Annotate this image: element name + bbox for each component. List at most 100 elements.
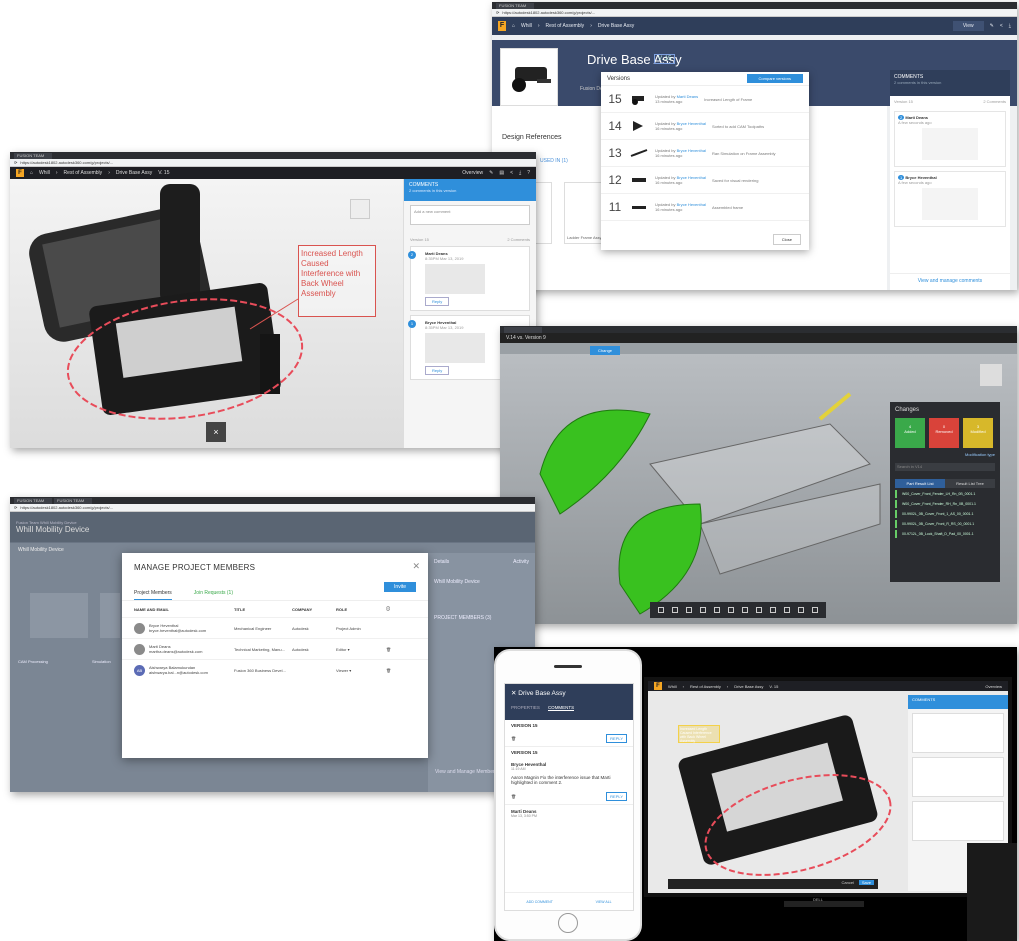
measure-icon[interactable] xyxy=(728,607,734,613)
close-markup-button[interactable]: × xyxy=(206,422,226,442)
folder-icon[interactable] xyxy=(30,593,88,638)
version-row[interactable]: 15 Updated by Marti Deans 13 minutes ago … xyxy=(601,86,809,113)
tab-properties[interactable]: PROPERTIES xyxy=(511,705,540,711)
changes-search-input[interactable]: Search in V14 xyxy=(895,463,995,471)
breadcrumb-item[interactable]: Drive Base Assy xyxy=(598,23,634,29)
pan-icon[interactable] xyxy=(672,607,678,613)
version-row[interactable]: 14 Updated by Bryce Heventhal 16 minutes … xyxy=(601,113,809,140)
refresh-icon[interactable]: ⟳ xyxy=(14,160,17,165)
settings-icon[interactable] xyxy=(798,607,804,613)
share-icon[interactable]: < xyxy=(1000,23,1003,29)
home-button[interactable] xyxy=(558,913,578,933)
version-row[interactable]: 11 Updated by Bryce Heventhal 16 minutes … xyxy=(601,194,809,221)
fusion-logo-icon[interactable]: F xyxy=(498,21,506,31)
tab-result-list-tree[interactable]: Result List Tree xyxy=(945,479,995,488)
home-icon[interactable]: ⌂ xyxy=(512,23,515,29)
comment-card[interactable] xyxy=(912,713,1004,753)
list-item[interactable]: 00-9712L_0B_Lock_Shaft_D_Pad_00_0001.1 xyxy=(895,530,995,538)
folder-label[interactable]: CAM Processing xyxy=(18,659,48,664)
added-tile[interactable]: 4 Added xyxy=(895,418,925,448)
home-icon[interactable]: ⌂ xyxy=(30,170,33,176)
reply-button[interactable]: Reply xyxy=(425,366,450,375)
tab-details[interactable]: Details xyxy=(434,559,449,565)
fit-icon[interactable] xyxy=(700,607,706,613)
breadcrumb-item[interactable]: Whill xyxy=(668,684,677,689)
comment-card[interactable]: 2 Marti Deans 8:35PM Mar 13, 2019 Reply xyxy=(408,246,530,311)
markup-callout[interactable]: Increased Length Caused Interference wit… xyxy=(298,245,376,317)
explode-icon[interactable] xyxy=(756,607,762,613)
comment-card[interactable] xyxy=(912,801,1004,841)
folder-label[interactable]: Simulation xyxy=(92,659,111,664)
browser-tab[interactable]: FUSION TEAM xyxy=(14,153,52,159)
overview-button[interactable]: Overview xyxy=(462,170,483,176)
overview-button[interactable]: Overview xyxy=(985,684,1002,689)
comment-card[interactable]: 1 Bryce Heventhal A few seconds ago xyxy=(894,171,1006,227)
modified-tile[interactable]: 3 Modified xyxy=(963,418,993,448)
removed-tile[interactable]: 0 Removed xyxy=(929,418,959,448)
markup-callout[interactable]: Increased Length Caused Interference wit… xyxy=(678,725,720,743)
tab-join-requests[interactable]: Join Requests (1) xyxy=(194,590,233,600)
url-text[interactable]: https://autodesk1802.autodesk360.com/g/p… xyxy=(20,160,113,165)
download-icon[interactable]: ⤓ xyxy=(519,170,521,176)
view-manage-members-link[interactable]: View and Manage Members xyxy=(435,769,497,775)
compare-versions-button[interactable]: Compare versions xyxy=(746,74,803,83)
role-dropdown[interactable]: Viewer ▾ xyxy=(336,668,386,673)
add-comment-button[interactable]: ADD COMMENT xyxy=(526,900,552,904)
camera-icon[interactable] xyxy=(714,607,720,613)
tab-part-result-list[interactable]: Part Result List xyxy=(895,479,945,488)
reply-button[interactable]: REPLY xyxy=(606,734,627,743)
close-icon[interactable]: ✕ xyxy=(412,561,420,572)
reply-button[interactable]: REPLY xyxy=(606,792,627,801)
version-badge[interactable]: V. 15 xyxy=(654,54,676,64)
browser-tab[interactable]: FUSION TEAM xyxy=(14,498,52,504)
browser-tab[interactable] xyxy=(504,327,542,333)
breadcrumb-item[interactable]: Rest of Assembly xyxy=(690,684,721,689)
comment-card[interactable]: 2 Marti Deans A few seconds ago xyxy=(894,111,1006,167)
list-item[interactable]: 00-9902L_0B_Cover_Front_R_RS_00_0001.1 xyxy=(895,520,995,528)
help-icon[interactable]: ? xyxy=(527,170,530,176)
comment-item[interactable]: Bryce Heventhal 11:19 AM Aaron Magnin Fi… xyxy=(505,758,633,789)
refresh-icon[interactable]: ⟳ xyxy=(14,505,17,510)
version-dropdown[interactable]: V. 15 xyxy=(158,170,169,176)
reply-button[interactable]: Reply xyxy=(425,297,450,306)
modification-type-label[interactable]: Modification type xyxy=(890,448,1000,461)
table-row[interactable]: AB Aishwarya Balamukundan aishwarya.bal...… xyxy=(122,659,428,680)
breadcrumb-item[interactable]: Whill xyxy=(521,23,532,29)
url-text[interactable]: https://autodesk1802.autodesk360.com/g/p… xyxy=(20,505,113,510)
close-versions-button[interactable]: Close xyxy=(772,234,801,245)
url-text[interactable]: https://autodesk1802.autodesk360.com/g/p… xyxy=(502,10,595,15)
edit-icon[interactable]: ✎ xyxy=(990,23,994,29)
version-row[interactable]: 12 Updated by Bryce Heventhal 16 minutes … xyxy=(601,167,809,194)
comments-icon[interactable]: ▤ xyxy=(499,170,504,176)
comment-card[interactable] xyxy=(912,757,1004,797)
invite-button[interactable]: Invite xyxy=(384,582,416,592)
view-button[interactable]: View xyxy=(952,21,984,31)
breadcrumb-item[interactable]: Rest of Assembly xyxy=(546,23,585,29)
save-button[interactable]: Save xyxy=(858,880,874,885)
table-row[interactable]: Marti Deans martha.deans@autodesk.com Tec… xyxy=(122,638,428,659)
view-manage-comments-link[interactable]: View and manage comments xyxy=(890,273,1010,288)
browser-tab[interactable]: FUSION TEAM xyxy=(496,3,534,9)
markup-toolbar[interactable]: Cancel Save xyxy=(668,879,878,889)
view-all-button[interactable]: VIEW ALL xyxy=(596,900,612,904)
zoom-icon[interactable] xyxy=(686,607,692,613)
folder-icon[interactable] xyxy=(100,593,120,638)
cancel-button[interactable]: Cancel xyxy=(842,880,854,885)
list-item[interactable]: W00_Cover_Front_Fender_RH_Rn_0B_0001.1 xyxy=(895,500,995,508)
tab-activity[interactable]: Activity xyxy=(513,559,529,565)
version-dropdown[interactable]: V. 15 xyxy=(769,684,778,689)
browser-tab[interactable]: FUSION TEAM xyxy=(54,498,92,504)
breadcrumb-item[interactable]: Drive Base Assy xyxy=(116,170,152,176)
orbit-icon[interactable] xyxy=(658,607,664,613)
tab-comments[interactable]: COMMENTS xyxy=(547,705,575,711)
view-cube-icon[interactable] xyxy=(980,364,1002,386)
list-item[interactable]: W00_Cover_Front_Fender_LH_Rn_0B_0001.1 xyxy=(895,490,995,498)
fusion-logo-icon[interactable]: F xyxy=(654,682,662,690)
close-icon[interactable]: ✕ xyxy=(511,690,516,697)
list-item[interactable]: 00-9902L_0B_Cover_Front_1_AS_00_0001.1 xyxy=(895,510,995,518)
refresh-icon[interactable]: ⟳ xyxy=(496,10,499,15)
download-icon[interactable]: ⤓ xyxy=(1009,23,1011,29)
change-button[interactable]: Change xyxy=(590,346,621,355)
section-icon[interactable] xyxy=(742,607,748,613)
trash-icon[interactable]: 🗑 xyxy=(511,736,516,741)
